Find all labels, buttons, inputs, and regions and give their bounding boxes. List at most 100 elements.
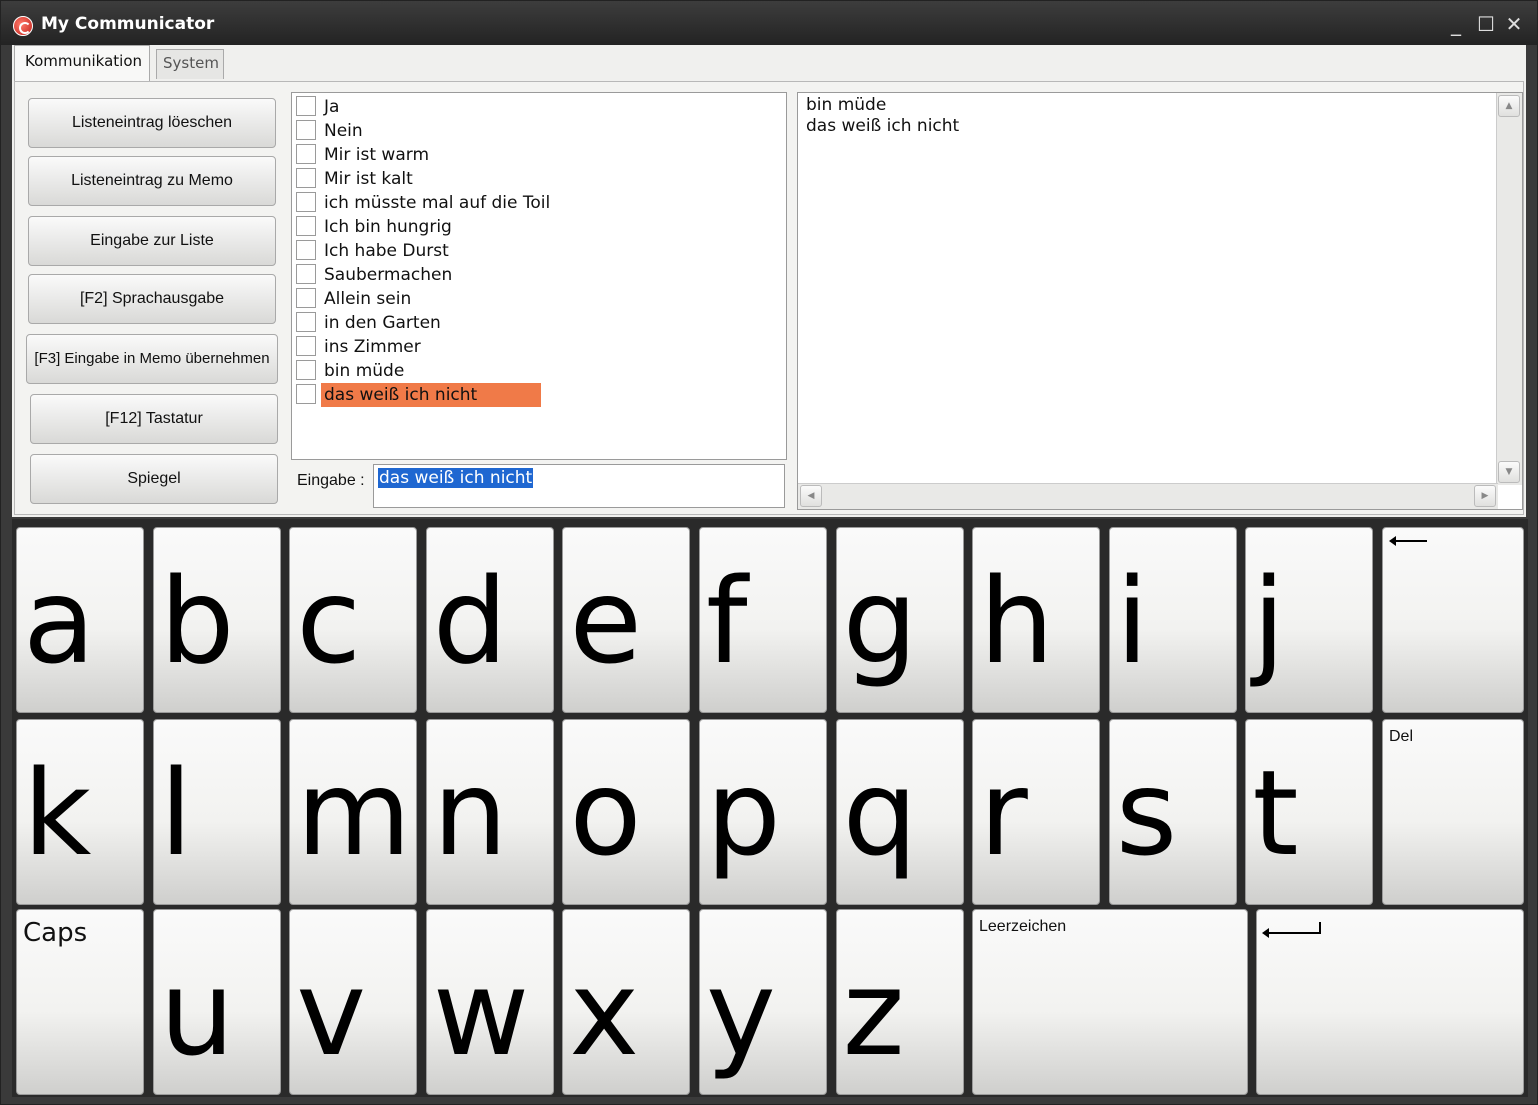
- list-item-checkbox[interactable]: [296, 240, 316, 260]
- list-item[interactable]: Mir ist warm: [296, 143, 776, 167]
- keyboard-toggle-button[interactable]: [F12] Tastatur: [30, 394, 278, 444]
- key-p[interactable]: p: [699, 719, 827, 905]
- key-t[interactable]: t: [1245, 719, 1374, 905]
- list-item[interactable]: Mir ist kalt: [296, 167, 776, 191]
- scroll-left-icon[interactable]: ◀: [800, 485, 822, 507]
- key-label: w: [432, 944, 530, 1082]
- list-item-checkbox[interactable]: [296, 96, 316, 116]
- key-n[interactable]: n: [425, 719, 554, 905]
- key-a[interactable]: a: [16, 527, 144, 713]
- list-item[interactable]: Nein: [296, 119, 776, 143]
- memo-area[interactable]: bin müde das weiß ich nicht ▲ ▼ ◀ ▶: [797, 92, 1523, 510]
- key-label: g: [842, 552, 918, 690]
- speech-output-button[interactable]: [F2] Sprachausgabe: [28, 274, 276, 324]
- list-item[interactable]: Ich bin hungrig: [296, 215, 776, 239]
- list-item-checkbox[interactable]: [296, 312, 316, 332]
- key-h[interactable]: h: [972, 527, 1101, 713]
- caps-key[interactable]: Caps: [16, 909, 144, 1095]
- key-l[interactable]: l: [152, 719, 281, 905]
- key-w[interactable]: w: [425, 909, 554, 1095]
- key-label: f: [706, 552, 748, 690]
- list-item[interactable]: Allein sein: [296, 287, 776, 311]
- list-item-checkbox[interactable]: [296, 336, 316, 356]
- key-k[interactable]: k: [16, 719, 144, 905]
- list-item[interactable]: bin müde: [296, 359, 776, 383]
- key-y[interactable]: y: [699, 909, 827, 1095]
- mirror-button[interactable]: Spiegel: [30, 454, 278, 504]
- list-item-label: Nein: [324, 121, 363, 141]
- list-item[interactable]: Saubermachen: [296, 263, 776, 287]
- memo-horizontal-scrollbar[interactable]: ◀ ▶: [798, 483, 1498, 509]
- key-v[interactable]: v: [289, 909, 418, 1095]
- key-c[interactable]: c: [289, 527, 418, 713]
- key-x[interactable]: x: [562, 909, 691, 1095]
- key-r[interactable]: r: [972, 719, 1101, 905]
- backspace-arrow-icon: [1389, 536, 1427, 546]
- enter-key[interactable]: [1256, 909, 1524, 1095]
- list-item[interactable]: ins Zimmer: [296, 335, 776, 359]
- key-label: x: [569, 944, 640, 1082]
- list-item-checkbox[interactable]: [296, 120, 316, 140]
- minimize-button[interactable]: _: [1443, 11, 1469, 37]
- scroll-up-icon[interactable]: ▲: [1498, 95, 1520, 117]
- list-item-checkbox[interactable]: [296, 168, 316, 188]
- key-q[interactable]: q: [835, 719, 964, 905]
- key-b[interactable]: b: [152, 527, 281, 713]
- maximize-button[interactable]: ☐: [1473, 11, 1499, 37]
- key-i[interactable]: i: [1108, 527, 1237, 713]
- list-item-checkbox[interactable]: [296, 144, 316, 164]
- list-item[interactable]: ich müsste mal auf die Toil: [296, 191, 776, 215]
- key-label: s: [1115, 744, 1178, 882]
- close-button[interactable]: ✕: [1501, 11, 1527, 37]
- onscreen-keyboard: a b c d e f g h i j k l m n o p q r s t Del Caps u v w x y z Leerzei…: [12, 519, 1528, 1097]
- delete-list-entry-button[interactable]: Listeneintrag löeschen: [28, 98, 276, 148]
- key-label: i: [1115, 552, 1149, 690]
- tab-system[interactable]: System: [156, 49, 224, 79]
- list-item-label: in den Garten: [324, 313, 441, 333]
- list-entry-to-memo-button[interactable]: Listeneintrag zu Memo: [28, 156, 276, 206]
- scroll-right-icon[interactable]: ▶: [1474, 485, 1496, 507]
- phrase-list[interactable]: Ja Nein Mir ist warm Mir ist kalt ich müsste…: [291, 92, 787, 460]
- list-item[interactable]: das weiß ich nicht: [296, 383, 776, 407]
- key-z[interactable]: z: [835, 909, 964, 1095]
- key-label: b: [159, 552, 235, 690]
- input-field[interactable]: das weiß ich nicht: [373, 464, 785, 508]
- list-item-checkbox[interactable]: [296, 192, 316, 212]
- key-u[interactable]: u: [152, 909, 281, 1095]
- key-m[interactable]: m: [289, 719, 418, 905]
- key-e[interactable]: e: [562, 527, 691, 713]
- key-f[interactable]: f: [699, 527, 827, 713]
- key-label: e: [569, 552, 642, 690]
- key-j[interactable]: j: [1245, 527, 1374, 713]
- client-area: Kommunikation System Listeneintrag löesc…: [12, 45, 1526, 517]
- list-item-checkbox[interactable]: [296, 360, 316, 380]
- key-label: k: [23, 744, 92, 882]
- backspace-key[interactable]: [1382, 527, 1524, 713]
- list-item[interactable]: Ich habe Durst: [296, 239, 776, 263]
- list-item-checkbox[interactable]: [296, 216, 316, 236]
- key-label: o: [569, 744, 642, 882]
- key-s[interactable]: s: [1108, 719, 1237, 905]
- key-label: m: [296, 744, 412, 882]
- list-item-label: Allein sein: [324, 289, 412, 309]
- list-item-checkbox[interactable]: [296, 384, 316, 404]
- scroll-down-icon[interactable]: ▼: [1498, 461, 1520, 483]
- delete-key-label: Del: [1389, 728, 1414, 745]
- key-label: d: [432, 552, 508, 690]
- memo-line: das weiß ich nicht: [806, 116, 960, 136]
- key-o[interactable]: o: [562, 719, 691, 905]
- tab-kommunikation[interactable]: Kommunikation: [14, 45, 150, 81]
- input-to-list-button[interactable]: Eingabe zur Liste: [28, 216, 276, 266]
- list-item[interactable]: in den Garten: [296, 311, 776, 335]
- list-item[interactable]: Ja: [296, 95, 776, 119]
- key-d[interactable]: d: [425, 527, 554, 713]
- space-key[interactable]: Leerzeichen: [972, 909, 1248, 1095]
- key-g[interactable]: g: [835, 527, 964, 713]
- title-bar[interactable]: My Communicator _ ☐ ✕: [1, 1, 1537, 45]
- list-item-checkbox[interactable]: [296, 264, 316, 284]
- key-label: z: [842, 944, 905, 1082]
- input-to-memo-button[interactable]: [F3] Eingabe in Memo übernehmen: [26, 334, 278, 384]
- delete-key[interactable]: Del: [1382, 719, 1524, 905]
- memo-vertical-scrollbar[interactable]: ▲ ▼: [1496, 93, 1522, 485]
- list-item-checkbox[interactable]: [296, 288, 316, 308]
